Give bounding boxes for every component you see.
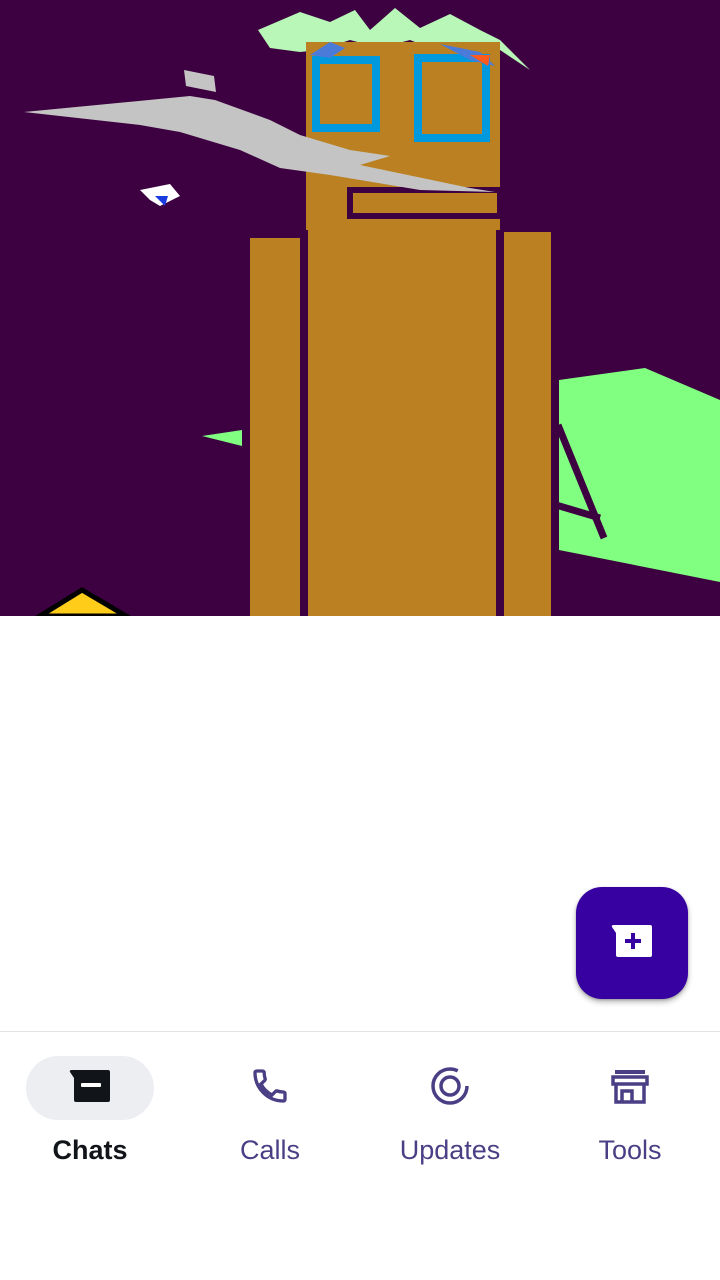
nav-icon-container	[386, 1056, 514, 1120]
nav-label-calls: Calls	[239, 1135, 300, 1165]
nav-active-indicator	[26, 1056, 154, 1120]
nav-icon-container	[566, 1056, 694, 1120]
banner-image	[0, 0, 720, 616]
chats-icon	[68, 1068, 112, 1109]
nav-tab-updates[interactable]: Updates	[360, 1056, 540, 1176]
nav-label-chats: Chats	[52, 1135, 128, 1165]
nav-tab-tools[interactable]: Tools	[540, 1056, 720, 1176]
store-icon	[610, 1067, 650, 1110]
nav-tab-chats[interactable]: Chats	[0, 1056, 180, 1176]
nav-label-updates: Updates	[399, 1135, 501, 1165]
new-chat-button[interactable]	[576, 887, 688, 999]
new-chat-icon	[610, 923, 654, 964]
nav-tab-calls[interactable]: Calls	[180, 1056, 360, 1176]
updates-icon	[429, 1065, 471, 1112]
nav-icon-container	[206, 1056, 334, 1120]
nav-label-tools: Tools	[598, 1135, 662, 1165]
phone-icon	[250, 1066, 290, 1111]
bottom-navigation: Chats Calls Updates Tools	[0, 1031, 720, 1280]
